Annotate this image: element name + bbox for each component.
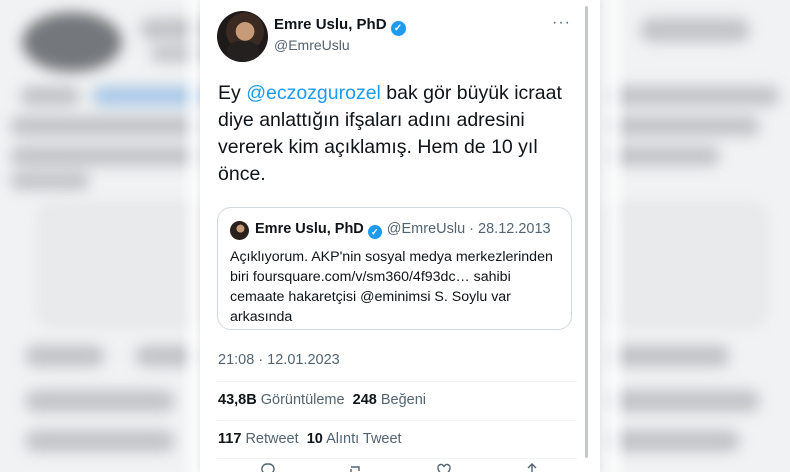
quoted-text: Açıklıyorum. AKP'nin sosyal medya merkez… xyxy=(230,249,553,325)
author-name-text[interactable]: Emre Uslu, PhD xyxy=(274,16,387,33)
author-handle[interactable]: @EmreUslu xyxy=(274,37,350,53)
more-options-icon[interactable]: ··· xyxy=(552,14,571,32)
likes-label[interactable]: Beğeni xyxy=(381,392,426,408)
mention-link[interactable]: @eczozgurozel xyxy=(246,82,381,104)
likes-count[interactable]: 248 xyxy=(353,392,377,408)
verified-badge-icon: ✓ xyxy=(390,21,406,36)
tweet-timestamp[interactable]: 21:08 · 12.01.2023 xyxy=(218,352,340,368)
views-likes-row: 43,8B Görüntüleme 248 Beğeni xyxy=(218,392,426,408)
quotes-label[interactable]: Alıntı Tweet xyxy=(326,431,402,447)
retweets-label[interactable]: Retweet xyxy=(245,431,298,447)
quoted-header: Emre Uslu, PhD ✓ @EmreUslu · 28.12.2013 xyxy=(255,221,551,239)
share-icon[interactable] xyxy=(524,462,540,472)
tweet-card[interactable]: Emre Uslu, PhD ✓ @EmreUslu ··· Ey @eczozg… xyxy=(200,0,600,472)
quoted-avatar xyxy=(230,221,249,240)
quoted-verified-badge-icon: ✓ xyxy=(367,225,382,239)
tweet-text: Ey @eczozgurozel bak gör büyük icraat di… xyxy=(218,80,578,188)
retweets-count[interactable]: 117 xyxy=(218,431,241,447)
divider xyxy=(217,458,577,459)
author-name[interactable]: Emre Uslu, PhD ✓ xyxy=(274,16,406,36)
scrollbar[interactable] xyxy=(585,6,588,458)
views-label: Görüntüleme xyxy=(260,392,345,408)
action-bar xyxy=(260,462,540,472)
reply-icon[interactable] xyxy=(260,462,276,472)
like-icon[interactable] xyxy=(436,462,452,472)
retweets-quotes-row: 117 Retweet 10 Alıntı Tweet xyxy=(218,431,402,447)
quoted-author-name: Emre Uslu, PhD xyxy=(255,221,364,237)
retweet-icon[interactable] xyxy=(348,462,364,472)
quotes-count[interactable]: 10 xyxy=(307,431,323,447)
divider xyxy=(217,420,577,421)
quoted-tweet[interactable]: Emre Uslu, PhD ✓ @EmreUslu · 28.12.2013 Aç… xyxy=(217,207,572,330)
tweet-text-prefix: Ey xyxy=(218,82,247,104)
divider xyxy=(217,381,577,382)
views-count: 43,8B xyxy=(218,392,257,408)
quoted-meta: @EmreUslu · 28.12.2013 xyxy=(386,221,551,237)
avatar[interactable] xyxy=(217,11,268,62)
